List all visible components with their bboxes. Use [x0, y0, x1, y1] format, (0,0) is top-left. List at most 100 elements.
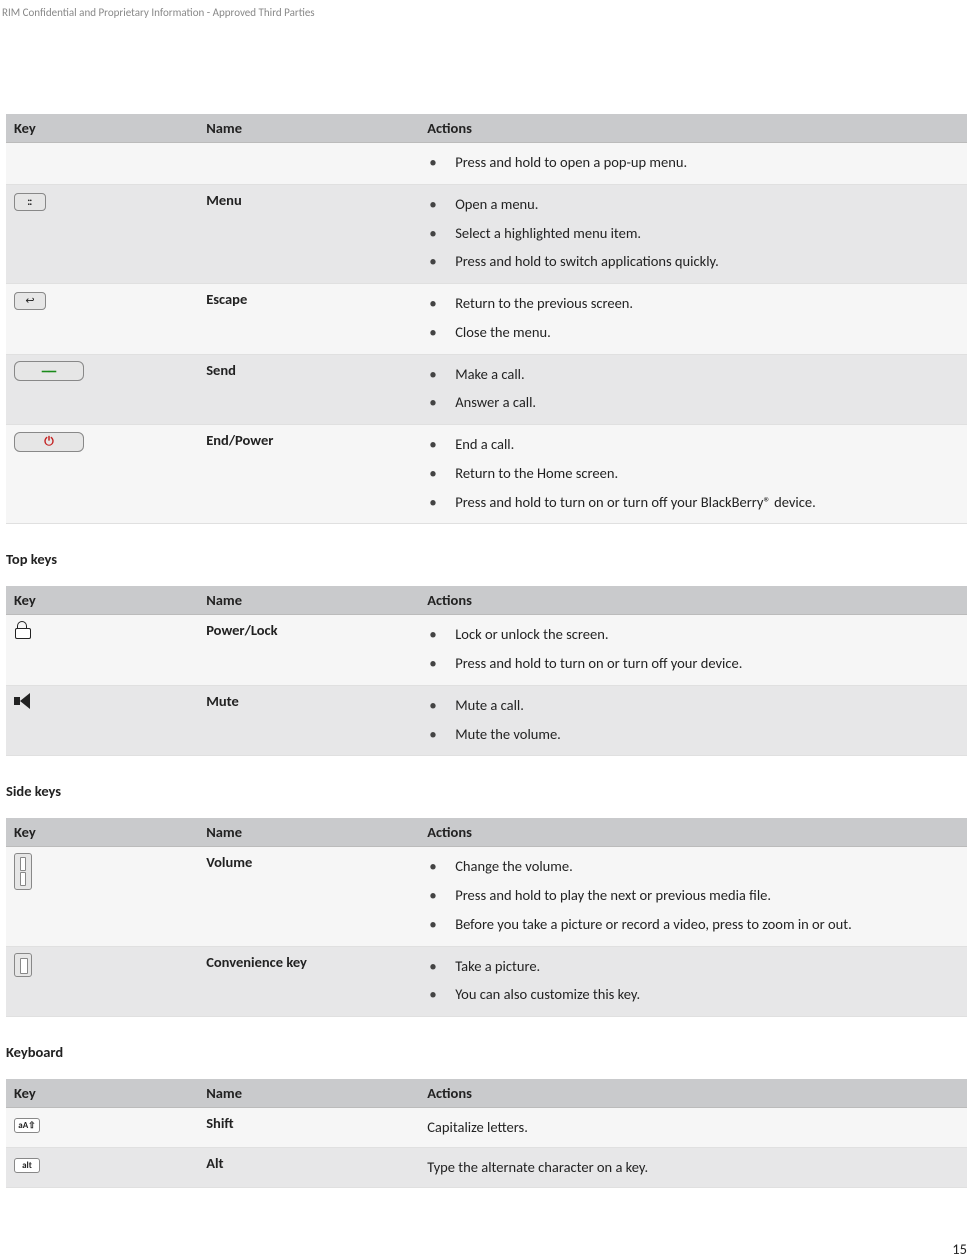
- bullet-icon: •: [427, 854, 455, 882]
- action-text: Change the volume.: [455, 853, 573, 880]
- col-key: Key: [6, 586, 198, 615]
- action-text: Close the menu.: [455, 319, 551, 346]
- key-icon-cell: ⎯⎯: [6, 354, 198, 425]
- action-text: Lock or unlock the screen.: [455, 621, 608, 648]
- bullet-icon: •: [427, 432, 455, 460]
- key-name-cell: Escape: [198, 284, 419, 355]
- action-text: Answer a call.: [455, 389, 536, 416]
- action-item: •Open a menu.: [427, 191, 959, 220]
- action-text: Capitalize letters.: [427, 1114, 959, 1141]
- bullet-icon: •: [427, 722, 455, 750]
- col-key: Key: [6, 1079, 198, 1108]
- table-row: ⎯⎯Send•Make a call.•Answer a call.: [6, 354, 967, 425]
- table-row: :: Menu•Open a menu.•Select a highlighte…: [6, 184, 967, 283]
- col-name: Name: [198, 586, 419, 615]
- action-item: •Make a call.: [427, 361, 959, 390]
- actions-cell: •Take a picture.•You can also customize …: [419, 946, 967, 1017]
- actions-cell: •Change the volume.•Press and hold to pl…: [419, 847, 967, 946]
- action-text: End a call.: [455, 431, 514, 458]
- action-text: Make a call.: [455, 361, 524, 388]
- bullet-icon: •: [427, 150, 455, 178]
- bullet-icon: •: [427, 291, 455, 319]
- action-item: •Press and hold to turn on or turn off y…: [427, 650, 959, 679]
- bullet-icon: •: [427, 651, 455, 679]
- action-text: Press and hold to turn on or turn off yo…: [455, 489, 816, 516]
- key-name-cell: End/Power: [198, 425, 419, 524]
- col-actions: Actions: [419, 1079, 967, 1108]
- key-icon-cell: [6, 143, 198, 185]
- action-text: Press and hold to turn on or turn off yo…: [455, 650, 742, 677]
- bullet-icon: •: [427, 390, 455, 418]
- actions-cell: •Open a menu.•Select a highlighted menu …: [419, 184, 967, 283]
- key-icon-cell: aA⇧: [6, 1108, 198, 1148]
- action-item: •Press and hold to play the next or prev…: [427, 882, 959, 911]
- key-icon-cell: [6, 685, 198, 756]
- action-text: Take a picture.: [455, 953, 540, 980]
- action-text: Return to the previous screen.: [455, 290, 633, 317]
- document-page: { "rim_header": "RIM Confidential and Pr…: [0, 0, 973, 1258]
- bullet-icon: •: [427, 249, 455, 277]
- action-item: •Lock or unlock the screen.: [427, 621, 959, 650]
- action-item: •Mute a call.: [427, 692, 959, 721]
- action-item: •Change the volume.: [427, 853, 959, 882]
- action-text: Open a menu.: [455, 191, 538, 218]
- actions-cell: •End a call.•Return to the Home screen.•…: [419, 425, 967, 524]
- key-name-cell: Alt: [198, 1147, 419, 1187]
- actions-cell: •Press and hold to open a pop-up menu.: [419, 143, 967, 185]
- side-keys-table: Key Name Actions Volume•Change the volum…: [6, 818, 967, 1017]
- action-item: •Take a picture.: [427, 953, 959, 982]
- key-icon-cell: [6, 615, 198, 686]
- key-name-cell: Power/Lock: [198, 615, 419, 686]
- keyboard-table: Key Name Actions aA⇧ShiftCapitalize lett…: [6, 1079, 967, 1188]
- key-name-cell: [198, 143, 419, 185]
- action-text: Return to the Home screen.: [455, 460, 618, 487]
- key-icon-cell: [6, 946, 198, 1017]
- menu-key-icon: ::: [14, 193, 46, 211]
- action-text: Press and hold to switch applications qu…: [455, 248, 719, 275]
- action-text: Type the alternate character on a key.: [427, 1154, 959, 1181]
- bullet-icon: •: [427, 461, 455, 489]
- actions-cell: •Return to the previous screen.•Close th…: [419, 284, 967, 355]
- actions-cell: Capitalize letters.: [419, 1108, 967, 1148]
- front-keys-table: Key Name Actions •Press and hold to open…: [6, 114, 967, 524]
- col-actions: Actions: [419, 818, 967, 847]
- action-item: •Return to the Home screen.: [427, 460, 959, 489]
- bullet-icon: •: [427, 362, 455, 390]
- table-row: ↩Escape•Return to the previous screen.•C…: [6, 284, 967, 355]
- bullet-icon: •: [427, 883, 455, 911]
- action-item: •Mute the volume.: [427, 721, 959, 750]
- table-row: aA⇧ShiftCapitalize letters.: [6, 1108, 967, 1148]
- action-text: You can also customize this key.: [455, 981, 640, 1008]
- action-item: •Return to the previous screen.: [427, 290, 959, 319]
- key-icon-cell: ⏻: [6, 425, 198, 524]
- page-number: 15: [0, 1208, 973, 1258]
- col-name: Name: [198, 818, 419, 847]
- table-row: ⏻End/Power•End a call.•Return to the Hom…: [6, 425, 967, 524]
- key-icon-cell: ↩: [6, 284, 198, 355]
- key-name-cell: Mute: [198, 685, 419, 756]
- action-item: •You can also customize this key.: [427, 981, 959, 1010]
- key-name-cell: Menu: [198, 184, 419, 283]
- action-item: •Answer a call.: [427, 389, 959, 418]
- action-item: •End a call.: [427, 431, 959, 460]
- col-name: Name: [198, 114, 419, 143]
- action-text: Select a highlighted menu item.: [455, 220, 641, 247]
- mute-icon: [14, 692, 34, 710]
- end-power-key-icon: ⏻: [14, 432, 84, 452]
- action-text: Before you take a picture or record a vi…: [455, 911, 852, 938]
- bullet-icon: •: [427, 192, 455, 220]
- escape-key-icon: ↩: [14, 292, 46, 310]
- bullet-icon: •: [427, 221, 455, 249]
- col-actions: Actions: [419, 586, 967, 615]
- actions-cell: •Mute a call.•Mute the volume.: [419, 685, 967, 756]
- key-name-cell: Volume: [198, 847, 419, 946]
- actions-cell: Type the alternate character on a key.: [419, 1147, 967, 1187]
- heading-keyboard: Keyboard: [6, 1043, 967, 1061]
- volume-key-icon: [14, 853, 32, 890]
- action-item: •Close the menu.: [427, 319, 959, 348]
- table-row: Volume•Change the volume.•Press and hold…: [6, 847, 967, 946]
- shift-key-icon: aA⇧: [14, 1118, 40, 1133]
- actions-cell: •Make a call.•Answer a call.: [419, 354, 967, 425]
- action-item: •Press and hold to turn on or turn off y…: [427, 489, 959, 518]
- alt-key-icon: alt: [14, 1158, 40, 1173]
